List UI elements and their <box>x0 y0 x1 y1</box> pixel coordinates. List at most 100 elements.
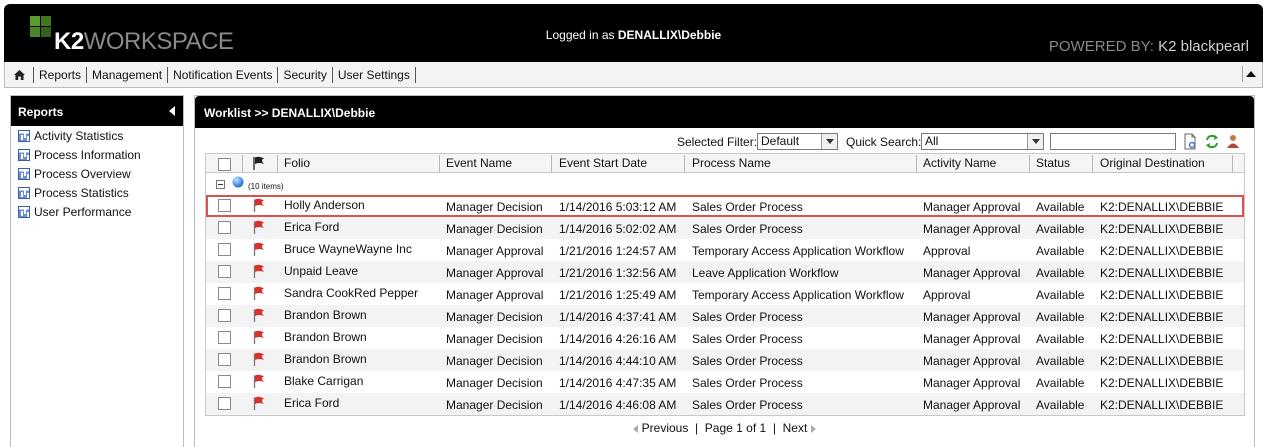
powered-by: POWERED BY: K2 blackpearl <box>1049 38 1249 55</box>
report-user-performance[interactable]: User Performance <box>11 202 183 221</box>
row-checkbox[interactable] <box>218 199 231 212</box>
collapse-up-icon <box>1245 70 1256 77</box>
selected-filter-select[interactable]: Default <box>757 133 838 150</box>
app-header: K2WORKSPACE Logged in as DENALLIX\Debbie… <box>4 4 1263 62</box>
cell-original-destination: K2:DENALLIX\DEBBIE <box>1100 332 1224 346</box>
cell-folio[interactable]: Holly Anderson <box>284 198 365 212</box>
cell-activity-name: Manager Approval <box>923 222 1021 236</box>
flag-icon[interactable] <box>252 330 266 345</box>
row-checkbox[interactable] <box>218 375 231 388</box>
reports-title: Reports <box>18 105 64 119</box>
cell-event-name: Manager Approval <box>446 288 544 302</box>
row-checkbox[interactable] <box>218 265 231 278</box>
flag-icon[interactable] <box>252 352 266 367</box>
cell-status: Available <box>1036 332 1085 346</box>
menu-user-settings[interactable]: User Settings <box>331 66 416 83</box>
flag-icon[interactable] <box>252 286 266 301</box>
column-status[interactable]: Status <box>1036 156 1070 170</box>
column-event-name[interactable]: Event Name <box>446 156 512 170</box>
cell-folio[interactable]: Brandon Brown <box>284 330 367 344</box>
flag-icon[interactable] <box>252 198 266 213</box>
column-folio[interactable]: Folio <box>284 156 310 170</box>
flag-icon[interactable] <box>252 374 266 389</box>
group-row: (10 items) <box>206 173 1244 195</box>
cell-process-name: Sales Order Process <box>692 376 803 390</box>
cell-event-start-date: 1/14/2016 4:44:10 AM <box>559 354 677 368</box>
table-row[interactable]: Erica Ford Manager Decision 1/14/2016 5:02… <box>206 217 1244 239</box>
report-process-statistics[interactable]: Process Statistics <box>11 183 183 202</box>
pager-next[interactable]: Next <box>783 421 808 435</box>
selected-filter-label: Selected Filter: <box>677 135 758 149</box>
table-row[interactable]: Erica Ford Manager Decision 1/14/2016 4:46… <box>206 393 1244 415</box>
column-original-destination[interactable]: Original Destination <box>1100 156 1205 170</box>
row-checkbox[interactable] <box>218 331 231 344</box>
cell-folio[interactable]: Brandon Brown <box>284 308 367 322</box>
cell-event-start-date: 1/21/2016 1:32:56 AM <box>559 266 677 280</box>
table-row[interactable]: Brandon Brown Manager Decision 1/14/2016 4… <box>206 327 1244 349</box>
worklist-table: Folio Event Name Event Start Date Proces… <box>205 153 1245 416</box>
flag-icon[interactable] <box>252 220 266 235</box>
flag-icon[interactable] <box>252 242 266 257</box>
cell-event-start-date: 1/14/2016 4:26:16 AM <box>559 332 677 346</box>
cell-event-start-date: 1/14/2016 4:47:35 AM <box>559 376 677 390</box>
home-icon <box>13 69 25 80</box>
cell-folio[interactable]: Sandra CookRed Pepper <box>284 286 418 300</box>
cell-activity-name: Manager Approval <box>923 354 1021 368</box>
table-row[interactable]: Bruce WayneWayne Inc Manager Approval 1/21… <box>206 239 1244 261</box>
cell-process-name: Sales Order Process <box>692 332 803 346</box>
home-button[interactable] <box>5 62 33 88</box>
collapse-header-button[interactable] <box>1242 66 1258 82</box>
table-row[interactable]: Unpaid Leave Manager Approval 1/21/2016 1:… <box>206 261 1244 283</box>
table-row[interactable]: Brandon Brown Manager Decision 1/14/2016 4… <box>206 305 1244 327</box>
cell-status: Available <box>1036 310 1085 324</box>
cell-folio[interactable]: Blake Carrigan <box>284 374 363 388</box>
flag-icon[interactable] <box>252 264 266 279</box>
report-activity-statistics[interactable]: Activity Statistics <box>11 126 183 145</box>
menu-bar: Reports Management Notification Events S… <box>4 62 1263 88</box>
row-checkbox[interactable] <box>218 309 231 322</box>
cell-folio[interactable]: Brandon Brown <box>284 352 367 366</box>
column-process-name[interactable]: Process Name <box>692 156 771 170</box>
report-process-overview[interactable]: Process Overview <box>11 164 183 183</box>
row-checkbox[interactable] <box>218 287 231 300</box>
cell-original-destination: K2:DENALLIX\DEBBIE <box>1100 310 1224 324</box>
pager: Previous | Page 1 of 1 | Next <box>195 421 1254 435</box>
expand-minus-icon[interactable] <box>216 180 225 189</box>
row-checkbox[interactable] <box>218 243 231 256</box>
selected-filter-value: Default <box>761 134 800 148</box>
table-body: Holly Anderson Manager Decision 1/14/2016 … <box>206 195 1244 415</box>
quick-search-select[interactable]: All <box>921 133 1044 150</box>
cell-activity-name: Manager Approval <box>923 200 1021 214</box>
cell-folio[interactable]: Bruce WayneWayne Inc <box>284 242 412 256</box>
reports-panel: Reports Activity Statistics Process Info… <box>10 95 184 447</box>
cell-event-start-date: 1/14/2016 5:03:12 AM <box>559 200 677 214</box>
menu-security[interactable]: Security <box>277 66 331 83</box>
cell-folio[interactable]: Erica Ford <box>284 396 339 410</box>
row-checkbox[interactable] <box>218 397 231 410</box>
report-process-information[interactable]: Process Information <box>11 145 183 164</box>
user-icon[interactable] <box>1225 133 1241 150</box>
report-label: Process Statistics <box>34 185 129 200</box>
login-prefix: Logged in as <box>545 28 618 42</box>
flag-icon[interactable] <box>252 308 266 323</box>
row-checkbox[interactable] <box>218 221 231 234</box>
row-checkbox[interactable] <box>218 353 231 366</box>
cell-folio[interactable]: Erica Ford <box>284 220 339 234</box>
panel-collapse-icon[interactable] <box>169 106 175 116</box>
menu-management[interactable]: Management <box>86 66 167 83</box>
flag-icon[interactable] <box>252 396 266 411</box>
select-all-checkbox[interactable] <box>218 158 231 171</box>
menu-reports[interactable]: Reports <box>33 66 86 83</box>
menu-notification-events[interactable]: Notification Events <box>167 66 277 83</box>
column-activity-name[interactable]: Activity Name <box>923 156 996 170</box>
pager-previous[interactable]: Previous <box>642 421 689 435</box>
table-row[interactable]: Brandon Brown Manager Decision 1/14/2016 4… <box>206 349 1244 371</box>
table-row[interactable]: Holly Anderson Manager Decision 1/14/2016 … <box>206 195 1244 217</box>
refresh-icon[interactable] <box>1204 133 1220 150</box>
table-row[interactable]: Sandra CookRed Pepper Manager Approval 1/2… <box>206 283 1244 305</box>
export-icon[interactable] <box>1182 133 1198 150</box>
search-input[interactable] <box>1050 133 1176 150</box>
cell-folio[interactable]: Unpaid Leave <box>284 264 358 278</box>
table-row[interactable]: Blake Carrigan Manager Decision 1/14/2016 … <box>206 371 1244 393</box>
column-event-start-date[interactable]: Event Start Date <box>559 156 647 170</box>
